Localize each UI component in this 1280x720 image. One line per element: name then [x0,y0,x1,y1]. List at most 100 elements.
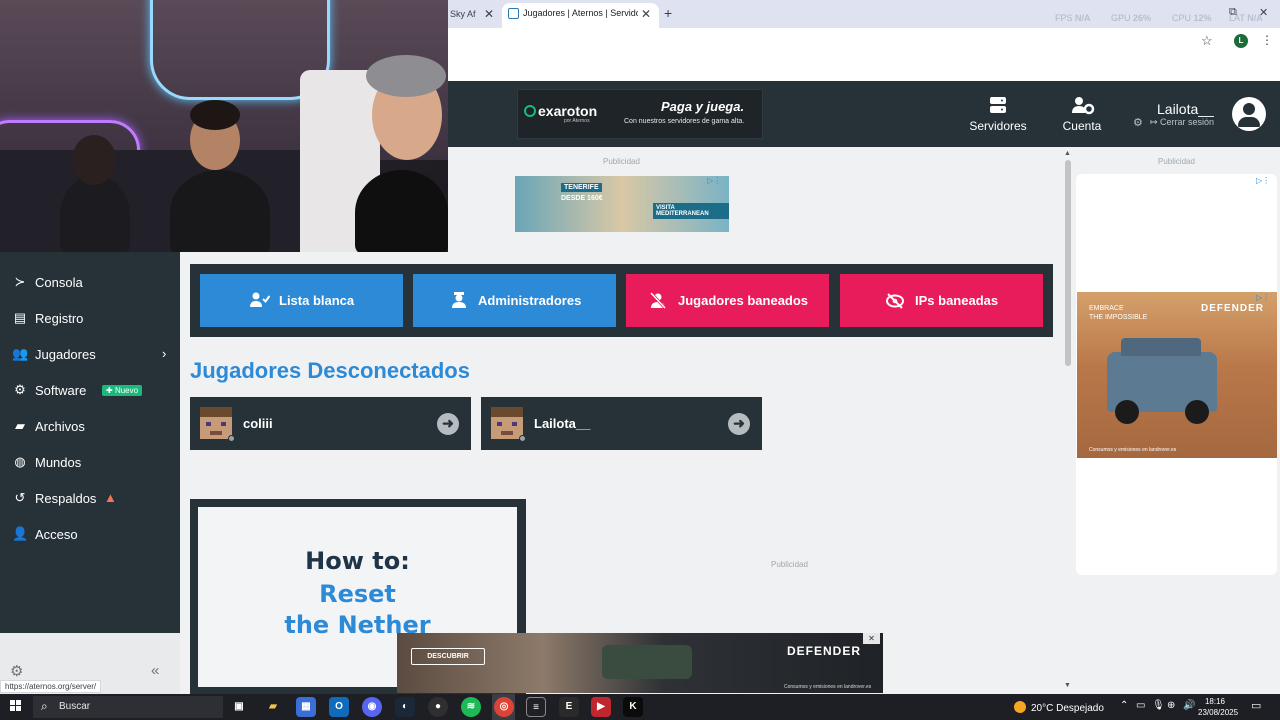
sidebar-item-mundos[interactable]: ◍ Mundos [0,445,180,481]
obs-icon[interactable]: ● [428,697,448,717]
player-skin-eye [497,422,502,426]
search-icon: ⌕ [41,699,48,713]
sidebar-item-label: Consola [35,275,83,290]
arrow-right-icon[interactable]: ➜ [437,413,459,435]
close-window-icon[interactable]: ✕ [1259,6,1268,19]
tray-app-icon[interactable]: ▭ [1136,700,1145,711]
whitelist-button[interactable]: Lista blanca [200,274,403,327]
system-clock[interactable]: 18:16 23/08/2025 [1198,696,1238,718]
store-icon[interactable]: ▦ [296,697,316,717]
banned-ips-button[interactable]: IPs baneadas [840,274,1043,327]
page-top-margin [448,55,1280,81]
network-icon[interactable]: ⊕ [1167,700,1175,711]
volume-icon[interactable]: 🔊 [1183,700,1195,711]
steam-icon[interactable]: ◐ [395,697,415,717]
settings-gear-icon[interactable]: ⚙ [10,662,23,680]
banned-players-icon [649,291,667,313]
nav-servers[interactable]: Servidores [964,119,1032,133]
close-tab-icon[interactable]: ✕ [484,0,494,28]
whitelist-icon [250,292,271,312]
address-bar[interactable] [448,28,1280,55]
ad-tag: TENERIFE [561,183,602,192]
bookmark-star-icon[interactable]: ☆ [1201,33,1213,49]
warning-icon: ▲ [104,490,117,505]
logout-link[interactable]: ↦ Cerrar sesión [1150,117,1214,128]
adchoices-icon[interactable]: ▷⋮ [1256,176,1270,185]
browser-menu-icon[interactable]: ⋮ [1261,33,1273,47]
ad-cta-button[interactable]: DESCUBRIR [411,648,485,665]
close-tab-icon[interactable]: ✕ [641,0,651,28]
microphone-icon[interactable]: 🎙 [1152,700,1165,711]
discord-icon[interactable]: ◉ [362,697,382,717]
adchoices-icon[interactable]: ▷⋮ [707,176,721,185]
outlook-icon[interactable]: O [329,697,349,717]
weather-sun-icon [1014,701,1026,713]
taskbar-search[interactable]: ⌕ Buscar [33,696,223,718]
servers-icon[interactable] [985,95,1011,120]
weather-widget[interactable]: 20°C Despejado [1014,701,1104,714]
scroll-up-arrow-icon[interactable]: ▲ [1064,150,1071,157]
account-settings-icon[interactable] [1070,95,1096,120]
defender-ad-banner[interactable]: EMBRACE THE IMPOSSIBLE DEFENDER Consumos … [1077,292,1277,458]
bottom-sticky-ad[interactable]: DESCUBRIR DEFENDER Consumos y emisiones … [397,633,883,693]
user-settings-gear-icon[interactable]: ⚙ [1133,116,1143,129]
restore-window-icon[interactable]: ⧉ [1229,6,1237,19]
console-icon: ≻ [14,274,26,289]
user-avatar[interactable] [1232,97,1266,131]
banned-players-button[interactable]: Jugadores baneados [626,274,829,327]
webcam-overlay [0,0,448,252]
player-card[interactable]: Lailota__ ➜ [481,397,762,450]
sidebar-item-label: Registro [35,311,84,326]
arrow-right-icon[interactable]: ➜ [728,413,750,435]
spotify-icon[interactable]: ≋ [461,697,481,717]
file-explorer-icon[interactable]: ▰ [263,697,283,717]
car-wheel [1115,400,1139,424]
close-ad-icon[interactable]: ✕ [863,633,880,644]
ad-label: Publicidad [771,560,808,569]
sidebar-item-jugadores[interactable]: 👥 Jugadores › [0,337,180,373]
exaroton-logo-icon [524,105,536,117]
admins-button[interactable]: Administradores [413,274,616,327]
profile-avatar[interactable]: L [1234,34,1248,48]
show-hidden-icons-icon[interactable]: ⌃ [1120,700,1128,711]
player-skin-mouth [210,431,222,435]
car-wheel [1185,400,1209,424]
sidebar-item-label: Mundos [35,455,82,470]
user-access-icon: 👤 [12,526,29,541]
promo-tagline: Con nuestros servidores de gama alta. [624,118,745,125]
sidebar-item-acceso[interactable]: 👤 Acceso [0,517,180,553]
sidebar-item-respaldos[interactable]: ↺ Respaldos ▲ [0,481,180,517]
aternos-favicon-icon [508,8,519,19]
ad-footer: Consumos y emisiones en landrover.es [1089,447,1177,453]
sidebar-item-label: Respaldos [35,491,97,506]
new-tab-button[interactable]: + [664,5,672,21]
chrome-icon[interactable]: ◎ [494,697,514,717]
sidebar-item-archivos[interactable]: ▰ Archivos [0,409,180,445]
ad-cta: VISITA MEDITERRANEAN [653,203,729,219]
notifications-icon[interactable]: ▭ [1251,699,1261,712]
sidebar-item-software[interactable]: ⚙ Software ✚ Nuevo [0,373,180,409]
notes-icon[interactable]: ≡ [526,697,546,717]
offline-players-title: Jugadores Desconectados [190,358,470,383]
epic-games-icon[interactable]: E [559,697,579,717]
player-card[interactable]: coliii ➜ [190,397,471,450]
collapse-sidebar-icon[interactable]: « [151,662,159,679]
scroll-down-arrow-icon[interactable]: ▼ [1064,682,1071,689]
player-skin-face [200,417,232,439]
scrollbar-thumb[interactable] [1065,160,1071,366]
mid-ad-banner[interactable]: TENERIFE DESDE 160€ VISITA MEDITERRANEAN… [515,176,729,232]
windows-start-icon[interactable] [10,700,22,712]
sidebar-item-registro[interactable]: ▤ Registro [0,301,180,337]
sidebar-item-consola[interactable]: ≻ Consola [0,265,180,301]
sidebar-item-label: Software [35,383,87,398]
adchoices-icon[interactable]: ▷⋮ [1256,293,1270,302]
video-app-icon[interactable]: ▶ [591,697,611,717]
car-image [602,645,692,679]
backup-history-icon: ↺ [14,490,26,505]
task-view-icon[interactable]: ▣ [229,697,249,717]
username: Lailota__ [1157,101,1214,117]
nav-account[interactable]: Cuenta [1052,119,1112,133]
ad-label: Publicidad [603,157,640,166]
software-gear-icon: ⚙ [14,382,26,397]
kick-icon[interactable]: K [623,697,643,717]
